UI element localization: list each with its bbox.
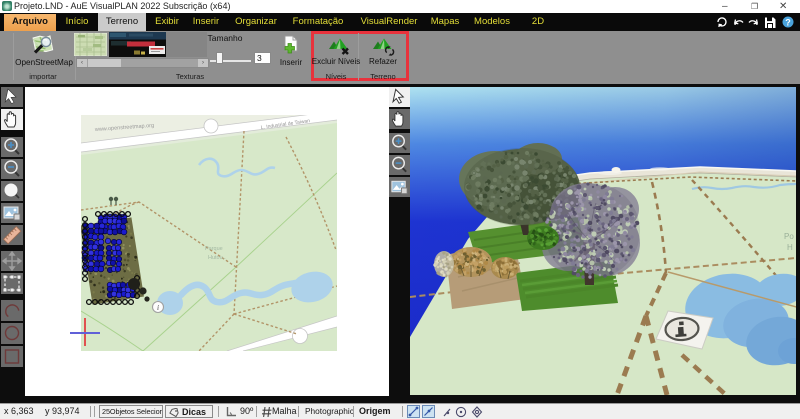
svg-text:H: H (787, 243, 793, 252)
svg-text:Parque: Parque (205, 246, 223, 252)
svg-text:Hutou..: Hutou.. (208, 255, 226, 261)
svg-text:?: ? (785, 18, 791, 28)
svg-text:Po: Po (784, 232, 794, 241)
